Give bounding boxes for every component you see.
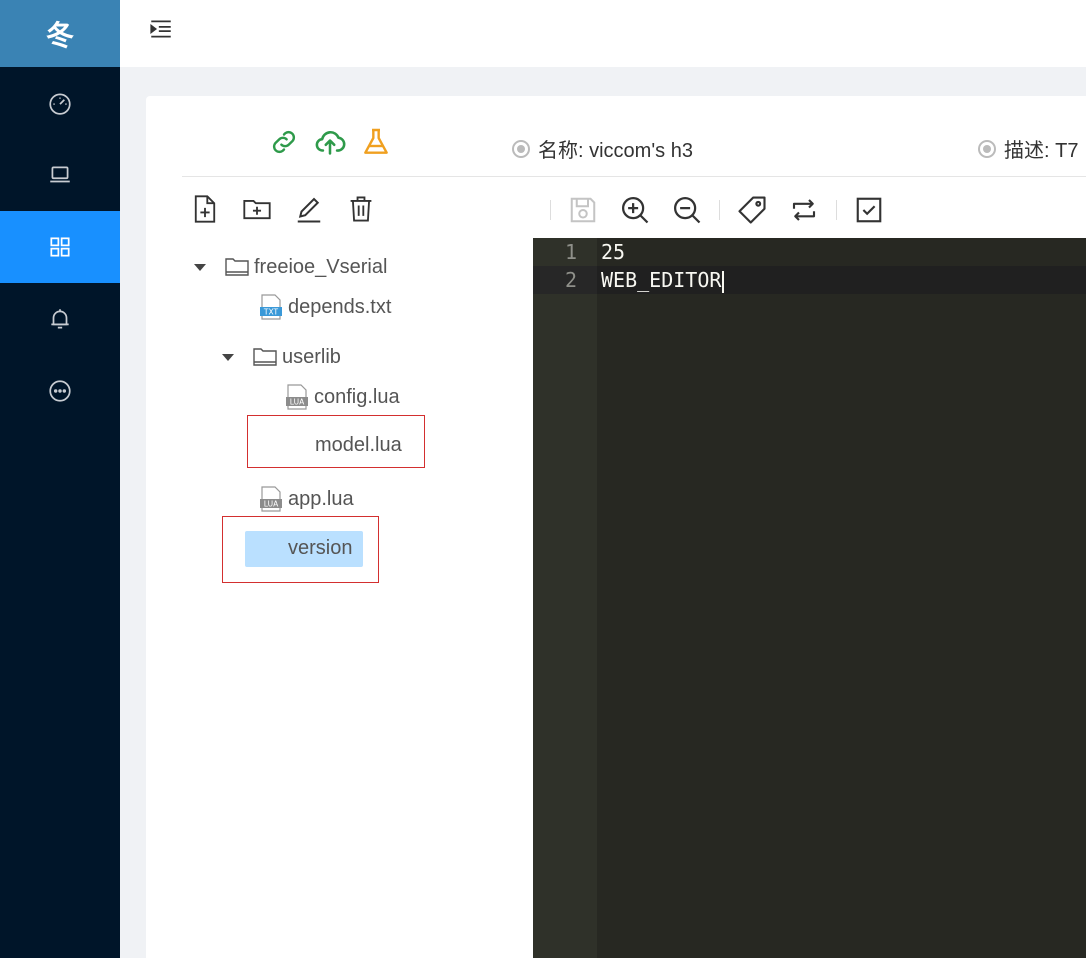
radio-icon — [978, 139, 996, 158]
text-cursor — [722, 270, 725, 293]
zoom-out-button[interactable] — [669, 192, 705, 228]
check-button[interactable] — [851, 192, 887, 228]
nav-devices[interactable] — [0, 139, 120, 211]
check-square-icon — [856, 197, 882, 223]
code-text: 25 — [601, 240, 626, 264]
sync-button[interactable] — [786, 192, 822, 228]
tag-icon — [738, 196, 766, 224]
code-text: WEB_EDITOR — [601, 268, 722, 292]
device-description: 描述: T7 — [978, 134, 1078, 163]
svg-text:TXT: TXT — [263, 308, 279, 317]
line-number: 1 — [564, 240, 577, 264]
message-icon — [49, 380, 71, 402]
lua-file-icon: LUA — [286, 384, 308, 410]
separator — [550, 200, 551, 220]
lua-file-icon: LUA — [260, 486, 282, 512]
caret-down-icon[interactable] — [194, 263, 206, 271]
code-text-wrap: WEB_EDITOR — [601, 266, 725, 294]
nav-messages[interactable] — [0, 355, 120, 427]
retweet-icon — [792, 199, 816, 221]
zoom-out-icon — [674, 197, 701, 224]
nav-apps[interactable] — [0, 211, 120, 283]
tree-node-config[interactable]: LUA config.lua — [284, 384, 400, 410]
tree-node-version[interactable]: version — [288, 537, 352, 560]
code-line-current[interactable]: 2 WEB_EDITOR — [533, 266, 1086, 294]
line-number: 2 — [533, 266, 597, 294]
tree-node-depends[interactable]: TXT depends.txt — [258, 294, 391, 320]
rename-button[interactable] — [294, 194, 324, 224]
link-button[interactable] — [266, 124, 302, 160]
separator — [836, 200, 837, 220]
menu-unfold-icon[interactable] — [148, 16, 174, 42]
save-icon — [570, 197, 596, 223]
nav-alerts[interactable] — [0, 283, 120, 355]
divider — [182, 176, 1086, 177]
new-folder-icon — [243, 200, 271, 220]
header — [120, 0, 1086, 67]
folder-icon — [225, 258, 249, 276]
folder-icon — [253, 348, 277, 366]
delete-button[interactable] — [346, 194, 376, 224]
flask-icon — [364, 128, 388, 154]
editor-toolbar — [544, 192, 895, 228]
txt-file-icon: TXT — [260, 294, 282, 320]
logo: 冬 — [0, 0, 120, 67]
save-button[interactable] — [565, 192, 601, 228]
svg-text:LUA: LUA — [290, 398, 305, 407]
svg-text:LUA: LUA — [264, 500, 279, 509]
zoom-in-icon — [622, 197, 649, 224]
tree-node-app[interactable]: LUA app.lua — [258, 486, 354, 512]
separator — [719, 200, 720, 220]
device-name: 名称: viccom's h3 — [512, 134, 693, 163]
dashboard-icon — [49, 93, 71, 115]
tag-button[interactable] — [734, 192, 770, 228]
link-icon — [272, 130, 296, 154]
cloud-upload-icon — [315, 131, 346, 155]
code-editor[interactable]: 1 25 2 WEB_EDITOR — [533, 238, 1086, 958]
tree-toolbar — [190, 194, 376, 224]
app-actions — [266, 124, 394, 160]
tree-node-userlib[interactable]: userlib — [222, 344, 341, 370]
debug-button[interactable] — [358, 124, 394, 160]
tree-node-model[interactable]: model.lua — [315, 434, 402, 457]
trash-icon — [350, 196, 372, 222]
new-file-icon — [194, 195, 216, 223]
zoom-in-button[interactable] — [617, 192, 653, 228]
laptop-icon — [50, 166, 70, 183]
appstore-icon — [50, 237, 70, 257]
nav-dashboard[interactable] — [0, 67, 120, 139]
upload-button[interactable] — [312, 124, 348, 160]
radio-icon — [512, 139, 530, 158]
bell-icon — [51, 309, 69, 329]
code-line[interactable]: 1 25 — [533, 238, 1086, 266]
caret-down-icon[interactable] — [222, 353, 234, 361]
sidebar: 冬 — [0, 0, 120, 958]
line-gutter — [533, 238, 597, 958]
new-file-button[interactable] — [190, 194, 220, 224]
new-folder-button[interactable] — [242, 194, 272, 224]
edit-icon — [297, 197, 321, 223]
tree-node-root[interactable]: freeioe_Vserial — [194, 254, 387, 280]
